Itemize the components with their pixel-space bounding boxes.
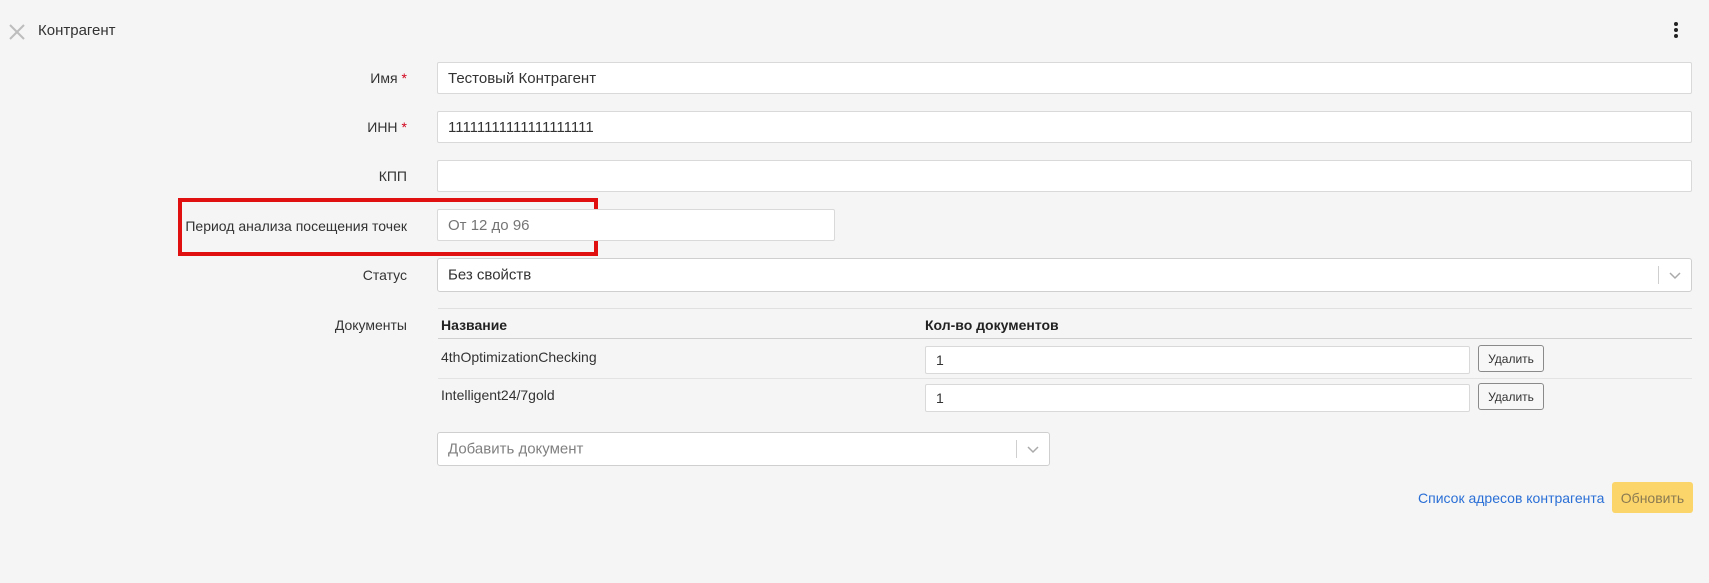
visit-period-input[interactable]	[437, 209, 835, 241]
address-list-link[interactable]: Список адресов контрагента	[1418, 490, 1604, 506]
name-label: Имя *	[370, 70, 407, 86]
chevron-down-icon	[1669, 272, 1681, 280]
name-input[interactable]	[437, 62, 1692, 94]
status-label: Статус	[362, 267, 407, 283]
required-mark: *	[401, 119, 407, 135]
update-button[interactable]: Обновить	[1612, 482, 1693, 513]
visit-period-label: Период анализа посещения точек	[185, 218, 407, 234]
add-document-placeholder: Добавить документ	[448, 440, 584, 458]
inn-label: ИНН *	[367, 119, 407, 135]
delete-document-button[interactable]: Удалить	[1478, 345, 1544, 372]
column-header-name: Название	[441, 317, 508, 333]
status-value: Без свойств	[448, 266, 532, 284]
document-count-input[interactable]	[925, 346, 1470, 374]
column-header-count: Кол-во документов	[925, 317, 1059, 333]
kpp-label: КПП	[378, 168, 407, 184]
documents-label: Документы	[334, 317, 407, 333]
document-name: Intelligent24/7gold	[441, 387, 555, 403]
status-select[interactable]: Без свойств	[437, 258, 1692, 292]
close-icon[interactable]	[8, 23, 26, 41]
document-count-input[interactable]	[925, 384, 1470, 412]
dialog-header: Контрагент	[0, 0, 1709, 62]
more-menu-icon[interactable]	[1668, 20, 1684, 44]
chevron-down-icon	[1027, 446, 1039, 454]
page-title: Контрагент	[38, 22, 116, 39]
inn-input[interactable]	[437, 111, 1692, 143]
delete-document-button[interactable]: Удалить	[1478, 383, 1544, 410]
required-mark: *	[401, 70, 407, 86]
document-name: 4thOptimizationChecking	[441, 349, 597, 365]
add-document-select[interactable]: Добавить документ	[437, 432, 1050, 466]
kpp-input[interactable]	[437, 160, 1692, 192]
